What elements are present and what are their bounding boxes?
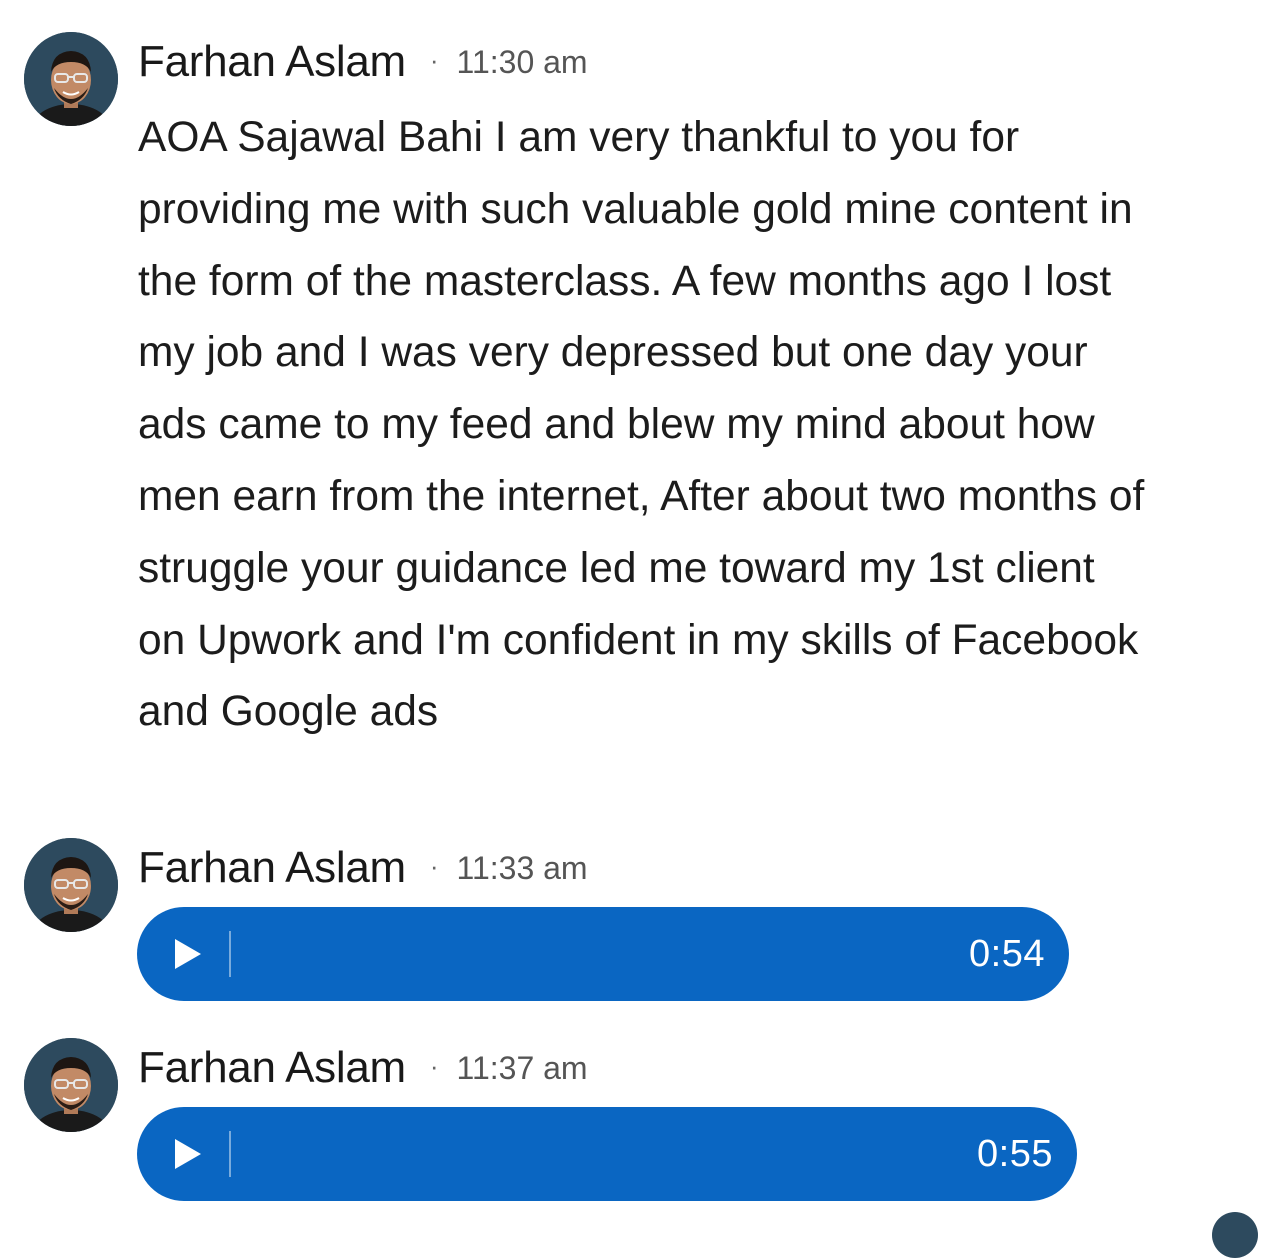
audio-duration: 0:55 bbox=[977, 1132, 1053, 1175]
playback-scrubber[interactable] bbox=[229, 931, 231, 977]
audio-duration: 0:54 bbox=[969, 932, 1045, 975]
separator-dot: · bbox=[429, 850, 439, 881]
voice-message-player[interactable]: 0:54 bbox=[137, 907, 1069, 1001]
message-body: AOA Sajawal Bahi I am very thankful to y… bbox=[138, 114, 1145, 736]
separator-dot: · bbox=[429, 44, 439, 75]
play-button[interactable] bbox=[173, 936, 205, 972]
next-message-avatar[interactable] bbox=[1212, 1212, 1258, 1258]
message-header: Farhan Aslam · 11:37 am bbox=[138, 1038, 588, 1098]
play-icon bbox=[175, 1139, 201, 1169]
play-icon bbox=[175, 939, 201, 969]
avatar[interactable] bbox=[24, 1038, 118, 1132]
avatar-image bbox=[24, 1038, 118, 1132]
separator-dot: · bbox=[429, 1050, 439, 1081]
timestamp: 11:30 am bbox=[456, 43, 588, 80]
sender-name[interactable]: Farhan Aslam bbox=[138, 37, 406, 87]
playback-scrubber[interactable] bbox=[229, 1131, 231, 1177]
avatar-image bbox=[24, 838, 118, 932]
message-header: Farhan Aslam · 11:30 am bbox=[138, 32, 588, 92]
message-header: Farhan Aslam · 11:33 am bbox=[138, 838, 588, 898]
play-button[interactable] bbox=[173, 1136, 205, 1172]
avatar-image bbox=[24, 32, 118, 126]
avatar[interactable] bbox=[24, 32, 118, 126]
voice-message-player[interactable]: 0:55 bbox=[137, 1107, 1077, 1201]
sender-name[interactable]: Farhan Aslam bbox=[138, 1043, 406, 1093]
timestamp: 11:37 am bbox=[456, 1049, 588, 1086]
sender-name[interactable]: Farhan Aslam bbox=[138, 843, 406, 893]
avatar[interactable] bbox=[24, 838, 118, 932]
timestamp: 11:33 am bbox=[456, 849, 588, 886]
